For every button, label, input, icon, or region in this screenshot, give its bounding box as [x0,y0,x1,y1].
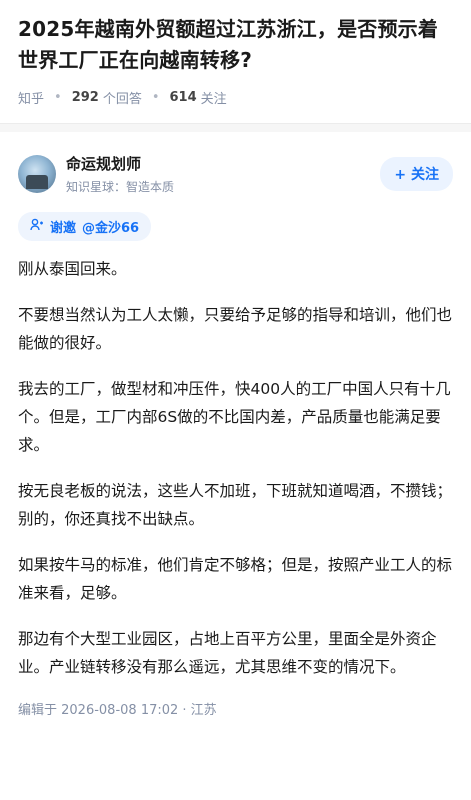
author-name[interactable]: 命运规划师 [66,153,380,174]
question-meta: 知乎 • 292 个回答 • 614 关注 [18,88,453,107]
meta-dot: • [151,90,160,105]
answer-paragraph: 不要想当然认为工人太懒，只要给予足够的指导和培训，他们也能做的很好。 [18,306,453,352]
follow-button[interactable]: + 关注 [380,157,453,191]
invite-mention[interactable]: @金沙66 [82,217,139,236]
edited-time: 编辑于 2026-08-08 17:02 · 江苏 [18,703,217,718]
avatar[interactable] [18,155,56,193]
question-title[interactable]: 2025年越南外贸额超过江苏浙江，是否预示着世界工厂正在向越南转移? [18,14,453,76]
followers-label[interactable]: 关注 [201,88,227,107]
author-info: 命运规划师 知识星球：智造本质 [66,153,380,195]
answer-content: 刚从泰国回来。 不要想当然认为工人太懒，只要给予足够的指导和培训，他们也能做的很… [0,241,471,681]
answer-paragraph: 刚从泰国回来。 [18,260,127,278]
question-header: 2025年越南外贸额超过江苏浙江，是否预示着世界工厂正在向越南转移? 知乎 • … [0,0,471,124]
answer-paragraph: 那边有个大型工业园区，占地上百平方公里，里面全是外资企业。产业链转移没有那么遥远… [18,630,437,676]
source-label: 知乎 [18,92,45,107]
author-row: 命运规划师 知识星球：智造本质 + 关注 [0,132,471,204]
answer-paragraph: 如果按牛马的标准，他们肯定不够格；但是，按照产业工人的标准来看，足够。 [18,556,453,602]
meta-dot: • [54,90,62,105]
answers-count: 292 [71,90,99,105]
invite-icon [30,218,44,236]
invite-badge[interactable]: 谢邀 @金沙66 [18,212,152,241]
author-desc: 知识星球：智造本质 [66,180,175,194]
answer-paragraph: 我去的工厂，做型材和冲压件，快400人的工厂中国人只有十几个。但是，工厂内部6S… [18,380,451,454]
answers-label[interactable]: 个回答 [103,88,142,107]
section-divider [0,124,471,132]
answer-paragraph: 按无良老板的说法，这些人不加班，下班就知道喝酒，不攒钱；别的，你还真找不出缺点。 [18,482,453,528]
invite-label: 谢邀 [50,221,77,236]
followers-count: 614 [169,90,197,105]
